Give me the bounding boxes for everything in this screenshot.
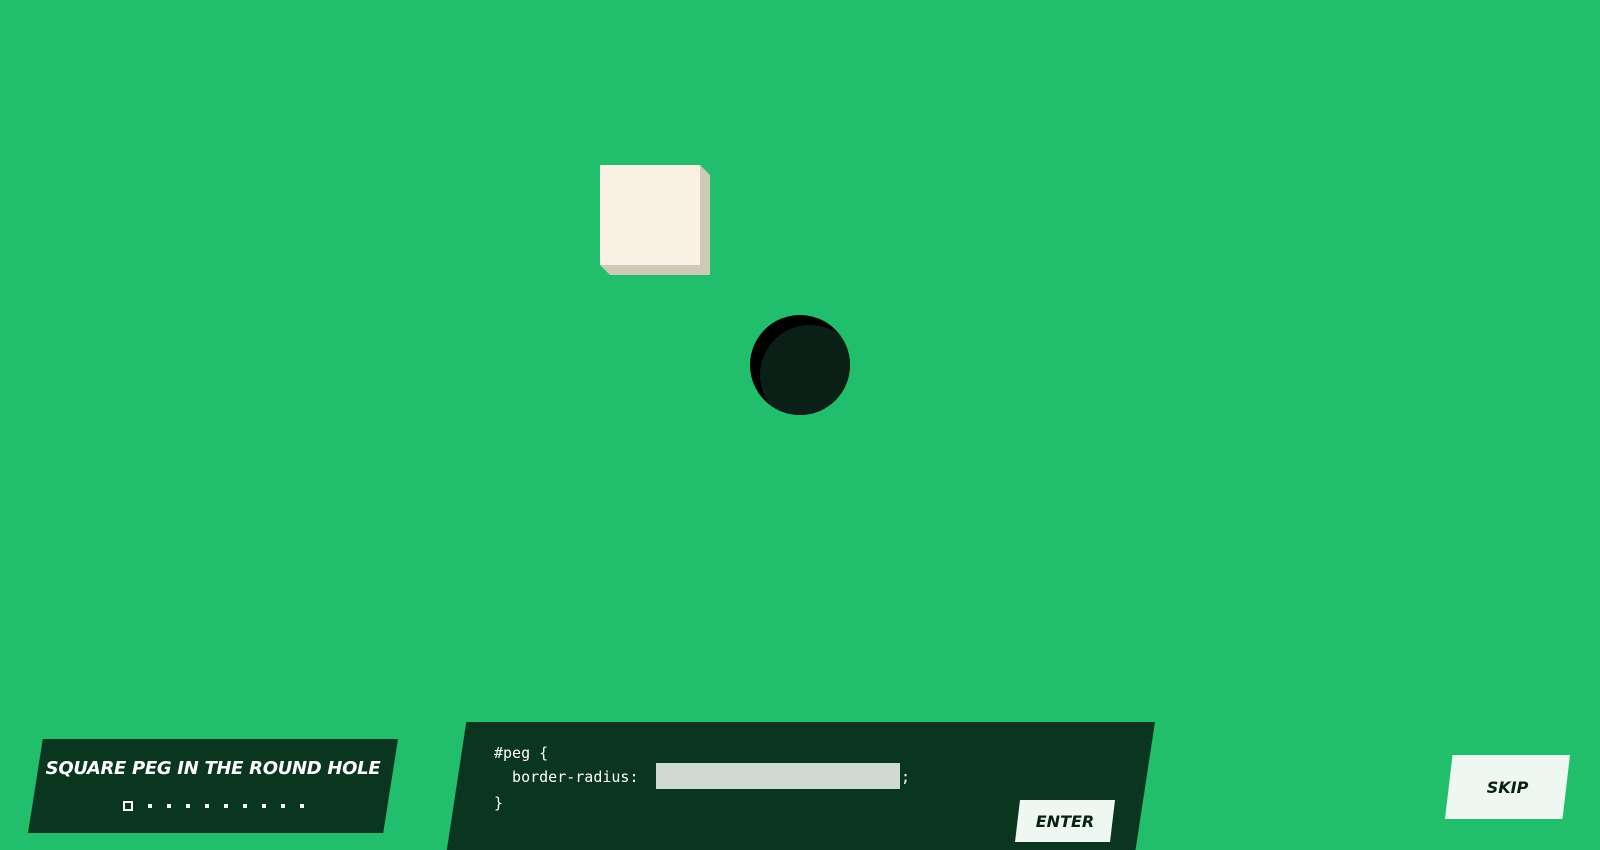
peg-side-shadow (700, 165, 710, 275)
level-dot (300, 804, 304, 808)
level-dot-current (123, 801, 133, 811)
code-property-line: border-radius: (494, 768, 648, 786)
game-stage: SQUARE PEG IN THE ROUND HOLE #peg { bord… (0, 0, 1600, 850)
peg-bottom-shadow (600, 265, 710, 275)
level-dot (262, 804, 266, 808)
square-peg (600, 165, 700, 265)
level-dot (243, 804, 247, 808)
level-dot (224, 804, 228, 808)
enter-button[interactable]: ENTER (1015, 800, 1115, 842)
round-hole (750, 315, 850, 415)
code-editor-panel: #peg { border-radius: ; } ENTER (445, 722, 1155, 850)
level-progress-dots (123, 801, 319, 811)
level-dot (205, 804, 209, 808)
level-title-panel: SQUARE PEG IN THE ROUND HOLE (28, 739, 398, 833)
code-closing-brace: } (494, 794, 504, 812)
level-dot (281, 804, 285, 808)
level-dot (186, 804, 190, 808)
skip-button[interactable]: SKIP (1445, 755, 1570, 819)
level-title: SQUARE PEG IN THE ROUND HOLE (45, 758, 381, 779)
code-semicolon: ; (901, 768, 911, 786)
round-hole-inner (760, 325, 850, 415)
code-selector-line: #peg { (494, 744, 549, 762)
border-radius-input[interactable] (656, 763, 900, 789)
level-dot (167, 804, 171, 808)
level-dot (148, 804, 152, 808)
